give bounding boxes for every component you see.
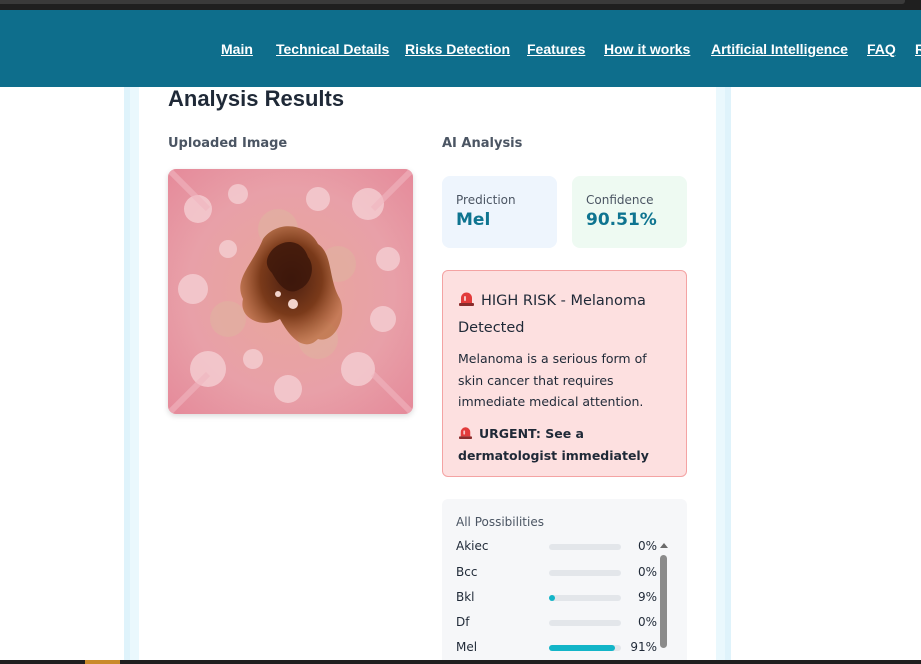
possibility-name: Mel <box>456 640 478 654</box>
scroll-up-arrow-icon[interactable] <box>660 543 668 548</box>
prediction-label: Prediction <box>456 193 516 207</box>
possibility-row: Mel 91% <box>442 640 667 656</box>
confidence-box: Confidence 90.51% <box>572 176 687 248</box>
top-navbar: Main Technical Details Risks Detection F… <box>0 10 921 87</box>
risk-alert-box: HIGH RISK - Melanoma Detected Melanoma i… <box>442 270 687 477</box>
nav-link-faq[interactable]: FAQ <box>867 41 896 57</box>
risk-title: HIGH RISK - Melanoma Detected <box>458 293 646 336</box>
possibilities-scrollbar-thumb[interactable] <box>660 555 667 648</box>
possibility-percent: 0% <box>637 565 657 579</box>
possibility-row: Bcc 0% <box>442 565 667 581</box>
uploaded-image-label: Uploaded Image <box>168 136 288 151</box>
possibility-percent: 9% <box>637 590 657 604</box>
siren-icon <box>458 289 475 315</box>
possibility-row: Bkl 9% <box>442 590 667 606</box>
possibility-row: Akiec 0% <box>442 539 667 555</box>
confidence-value: 90.51% <box>586 210 657 230</box>
possibility-bar <box>549 645 621 651</box>
possibility-name: Df <box>456 615 470 629</box>
possibility-name: Bcc <box>456 565 478 579</box>
taskbar-app-indicator[interactable] <box>85 660 120 664</box>
prediction-box: Prediction Mel <box>442 176 557 248</box>
prediction-value: Mel <box>456 210 491 230</box>
possibility-bar-fill <box>549 645 615 651</box>
nav-link-how-it-works[interactable]: How it works <box>604 41 690 57</box>
browser-scrollbar[interactable] <box>0 0 905 4</box>
possibility-percent: 0% <box>637 539 657 553</box>
uploaded-lesion-image <box>168 169 413 414</box>
possibility-name: Akiec <box>456 539 489 553</box>
siren-icon <box>458 424 473 446</box>
possibility-bar <box>549 570 621 576</box>
all-possibilities-panel[interactable]: All Possibilities Akiec 0% Bcc 0% Bkl 9%… <box>442 499 687 664</box>
possibility-bar <box>549 544 621 550</box>
possibility-bar <box>549 595 621 601</box>
taskbar <box>0 660 921 664</box>
nav-link-features[interactable]: Features <box>527 41 585 57</box>
nav-link-artificial-intelligence[interactable]: Artificial Intelligence <box>711 41 848 57</box>
possibility-bar <box>549 620 621 626</box>
confidence-label: Confidence <box>586 193 654 207</box>
browser-top-bar <box>0 0 921 10</box>
risk-description: Melanoma is a serious form of skin cance… <box>458 351 647 409</box>
possibility-percent: 91% <box>630 640 657 654</box>
possibility-percent: 0% <box>637 615 657 629</box>
nav-link-technical-details[interactable]: Technical Details <box>276 41 389 57</box>
ai-analysis-label: AI Analysis <box>442 136 523 151</box>
analysis-results-title: Analysis Results <box>168 86 345 111</box>
all-possibilities-title: All Possibilities <box>456 515 544 529</box>
possibility-row: Df 0% <box>442 615 667 631</box>
nav-link-risks-detection[interactable]: Risks Detection <box>405 41 510 57</box>
possibility-bar-fill <box>549 595 556 601</box>
nav-link-truncated[interactable]: R <box>915 41 921 57</box>
nav-link-main[interactable]: Main <box>221 41 253 57</box>
possibility-name: Bkl <box>456 590 475 604</box>
urgent-message: URGENT: See a dermatologist immediately <box>458 425 649 464</box>
